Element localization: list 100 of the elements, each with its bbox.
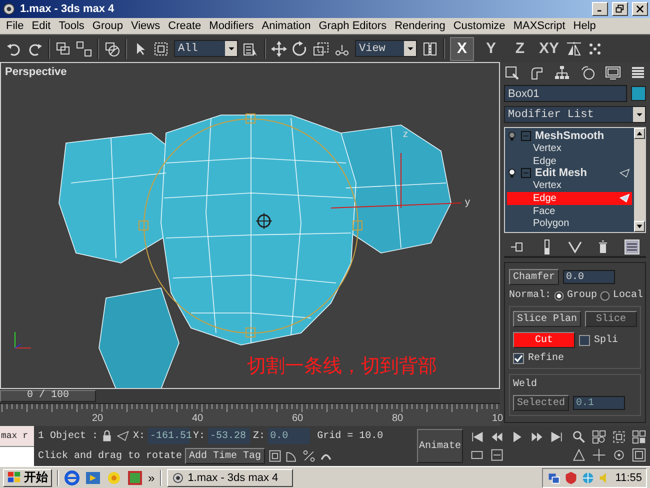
link-icon[interactable] — [55, 40, 71, 56]
lock-icon[interactable] — [101, 430, 114, 442]
script-input-field[interactable] — [0, 446, 34, 466]
clock[interactable]: 11:55 — [615, 472, 642, 484]
zoom-all-icon[interactable] — [592, 430, 606, 444]
triangle-icon[interactable] — [618, 168, 632, 179]
globe-icon[interactable] — [581, 470, 596, 484]
checkbox[interactable] — [579, 334, 590, 346]
sub-object-item[interactable]: Polygon — [507, 217, 632, 230]
radio-label[interactable]: Group — [567, 290, 598, 301]
menu-item[interactable]: Help — [569, 20, 600, 32]
axis-constraint-button[interactable]: Z — [508, 36, 532, 60]
array-icon[interactable] — [587, 40, 603, 56]
menu-item[interactable]: Edit — [28, 20, 55, 32]
menu-item[interactable]: Create — [164, 20, 206, 32]
script-listener-field[interactable]: max r — [0, 426, 34, 446]
mirror-icon[interactable] — [566, 40, 582, 56]
pivot-center-icon[interactable] — [422, 40, 438, 56]
menu-item[interactable]: Animation — [258, 20, 315, 32]
animate-button[interactable]: Animate — [417, 429, 463, 463]
create-tab-icon[interactable] — [504, 65, 520, 81]
key-mode-icon[interactable] — [470, 448, 484, 462]
checkbox-label[interactable]: Refine — [528, 353, 564, 364]
zoom-extents-icon[interactable] — [612, 430, 626, 444]
snap-toggle-icon[interactable] — [268, 449, 282, 463]
sub-object-item[interactable]: Vertex — [507, 179, 632, 192]
sub-object-item[interactable]: Vertex — [507, 142, 632, 155]
sub-object-item[interactable]: Face — [507, 204, 632, 218]
menu-item[interactable]: Tools — [54, 20, 88, 32]
utilities-tab-icon[interactable] — [630, 65, 646, 81]
scrollbar[interactable] — [634, 128, 645, 232]
radio-label[interactable]: Local — [613, 290, 644, 301]
move-icon[interactable] — [271, 40, 287, 56]
radio-button[interactable] — [554, 290, 564, 300]
scale-icon[interactable] — [313, 40, 329, 56]
percent-snap-icon[interactable] — [302, 449, 316, 463]
previous-frame-icon[interactable] — [490, 430, 504, 444]
browser-icon[interactable] — [64, 470, 80, 486]
bind-space-warp-icon[interactable] — [104, 40, 120, 56]
region-select-icon[interactable] — [153, 40, 169, 56]
viewport-label[interactable]: Perspective — [5, 66, 67, 78]
menu-item[interactable]: Graph Editors — [314, 20, 391, 32]
z-coordinate-field[interactable]: 0.0 — [268, 428, 310, 444]
go-to-end-icon[interactable] — [550, 430, 564, 444]
checkbox[interactable] — [513, 353, 524, 364]
field-of-view-icon[interactable] — [572, 448, 586, 462]
menu-item[interactable]: Rendering — [390, 20, 450, 32]
chamfer-button[interactable]: Chamfer — [509, 269, 560, 285]
menu-item[interactable]: Modifiers — [205, 20, 258, 32]
sub-object-item[interactable]: Edge — [507, 192, 632, 205]
select-by-name-icon[interactable] — [243, 40, 259, 56]
time-slider-thumb[interactable]: 0 / 100 — [0, 390, 96, 402]
desktop-icon[interactable] — [127, 470, 143, 486]
maximize-viewport-icon[interactable] — [632, 448, 646, 462]
modify-tab-icon[interactable] — [529, 65, 546, 81]
media-player-icon[interactable] — [85, 470, 101, 486]
reference-coordinate-dropdown[interactable]: View — [355, 40, 417, 57]
cut-button[interactable]: Cut — [513, 332, 575, 348]
absolute-mode-icon[interactable] — [116, 430, 130, 442]
add-time-tag-button[interactable]: Add Time Tag — [185, 448, 266, 464]
object-name-field[interactable]: Box01 — [504, 85, 627, 102]
network-icon[interactable] — [547, 470, 562, 484]
shield-icon[interactable] — [564, 470, 578, 484]
menu-item[interactable]: Customize — [449, 20, 510, 32]
weld-threshold-field[interactable]: 0.1 — [573, 396, 626, 410]
rotate-icon[interactable] — [292, 40, 308, 56]
modifier-list-dropdown[interactable]: Modifier List — [504, 106, 646, 124]
checkbox-label[interactable]: Spli — [594, 334, 618, 346]
taskbar-button[interactable]: 1.max - 3ds max 4 — [166, 468, 293, 486]
object-color-swatch[interactable] — [631, 86, 646, 101]
configure-sets-icon[interactable] — [624, 238, 640, 255]
x-coordinate-field[interactable]: -161.51 — [148, 428, 190, 444]
start-button[interactable]: 开始 — [3, 468, 52, 486]
axis-constraint-button[interactable]: X — [450, 36, 474, 60]
restore-button[interactable] — [612, 2, 628, 16]
axis-constraint-button[interactable]: XY — [537, 36, 561, 60]
perspective-viewport[interactable]: y z Perspective 切割一条线，切到背部 — [0, 62, 500, 389]
hierarchy-tab-icon[interactable] — [554, 65, 570, 81]
next-frame-icon[interactable] — [530, 430, 544, 444]
more-shortcuts-button[interactable]: » — [148, 470, 155, 484]
go-to-start-icon[interactable] — [470, 430, 484, 444]
slice-plane-button[interactable]: Slice Plan — [513, 311, 582, 327]
motion-tab-icon[interactable] — [580, 65, 596, 81]
zoom-icon[interactable] — [572, 430, 586, 444]
axis-constraint-button[interactable]: Y — [479, 36, 503, 60]
close-button[interactable] — [632, 2, 648, 16]
menu-item[interactable]: File — [2, 20, 28, 32]
menu-item[interactable]: Group — [88, 20, 127, 32]
menu-item[interactable]: Views — [126, 20, 164, 32]
selection-filter-dropdown[interactable]: All — [174, 40, 238, 57]
unlink-icon[interactable] — [76, 40, 92, 56]
modifier-stack-item[interactable]: Edit Mesh — [507, 167, 632, 180]
y-coordinate-field[interactable]: -53.28 — [208, 428, 250, 444]
zoom-extents-all-icon[interactable] — [632, 430, 646, 444]
sub-object-item[interactable]: Edge — [507, 154, 632, 168]
time-configuration-icon[interactable] — [490, 448, 504, 462]
light-bulb-icon[interactable] — [507, 167, 517, 180]
arc-rotate-icon[interactable] — [612, 448, 626, 462]
menu-item[interactable]: MAXScript — [509, 20, 570, 32]
chamfer-amount-field[interactable]: 0.0 — [563, 270, 616, 284]
